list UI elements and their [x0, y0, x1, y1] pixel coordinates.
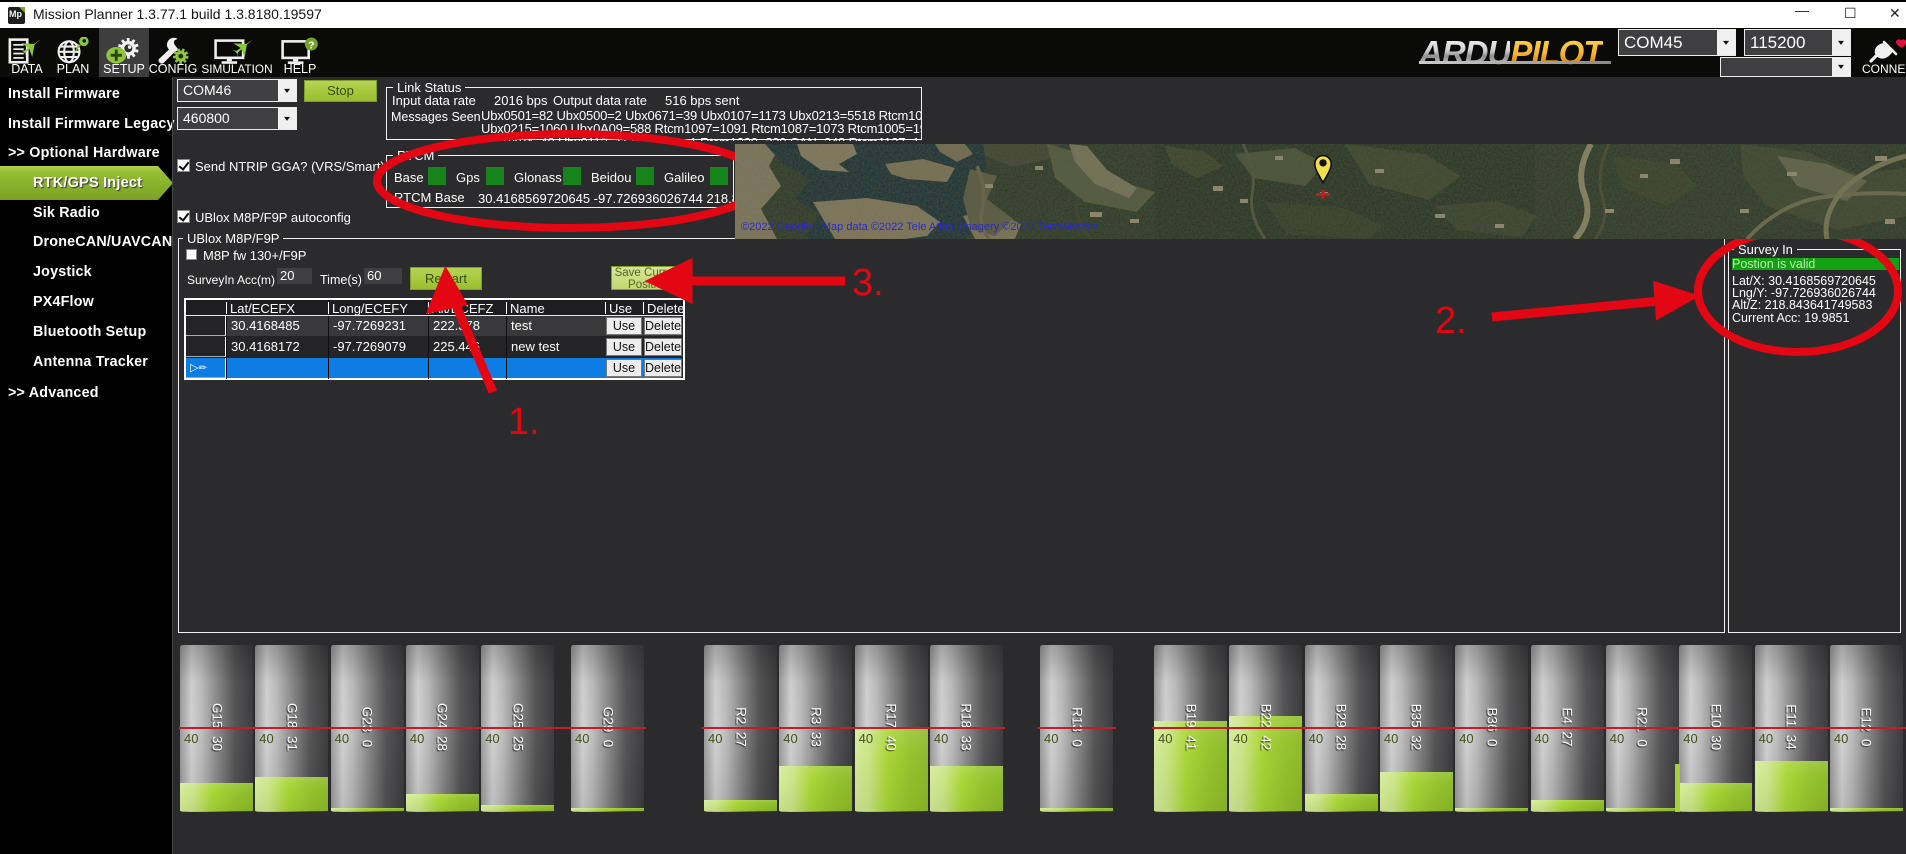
svg-text:?: ? [308, 40, 314, 51]
svg-text:©2022 Google - Map data ©2022: ©2022 Google - Map data ©2022 Tele Atlas… [741, 221, 1099, 233]
